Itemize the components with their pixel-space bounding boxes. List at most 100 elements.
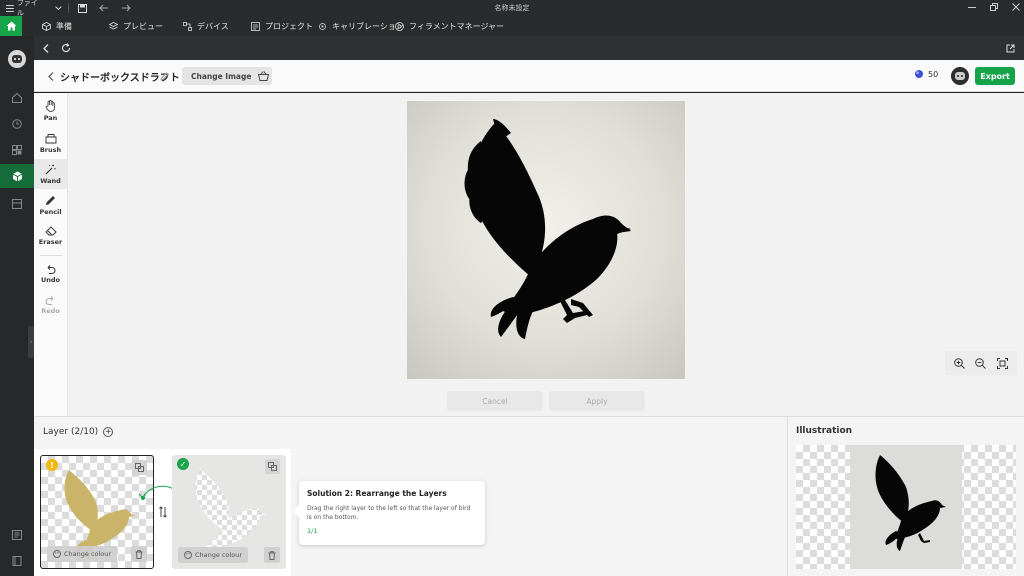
device-icon: [183, 21, 192, 31]
tool-pan[interactable]: Pan: [34, 96, 67, 126]
delete-layer-button[interactable]: [131, 546, 147, 562]
fit-screen-icon[interactable]: [996, 354, 1008, 373]
tooltip-step-counter: 1/1: [307, 527, 318, 535]
user-avatar[interactable]: [951, 67, 969, 85]
sidebar-item-guide[interactable]: [0, 549, 34, 573]
sidebar-item-history[interactable]: [0, 112, 34, 136]
illustration-title: Illustration: [796, 426, 853, 436]
tab-preview-label: プレビュー: [123, 21, 163, 31]
sidebar-item-models[interactable]: [0, 138, 34, 162]
minimize-icon[interactable]: [968, 3, 976, 13]
add-layer-icon[interactable]: +: [103, 427, 114, 437]
filament-icon: [395, 21, 404, 31]
tab-project-label: プロジェクト: [265, 21, 313, 31]
illustration-preview: [796, 445, 1016, 569]
avatar-icon: [8, 50, 26, 68]
redo-arrow-icon: [45, 296, 54, 305]
tab-project[interactable]: プロジェクト: [251, 16, 313, 36]
change-colour-button[interactable]: Change colour: [47, 546, 118, 562]
sidebar-item-settings[interactable]: [0, 523, 34, 547]
zoom-in-icon[interactable]: [954, 354, 966, 373]
layer-panel-title: Layer (2/10) +: [43, 427, 114, 437]
check-badge: ✓: [177, 458, 189, 470]
change-image-button[interactable]: Change Image: [182, 67, 261, 85]
brush-icon: [45, 133, 56, 143]
tab-calibration[interactable]: キャリブレーション: [318, 16, 404, 36]
layer-settings-button[interactable]: [265, 459, 280, 474]
layer-card-background[interactable]: ✓ Change colour: [172, 455, 286, 569]
tab-filament-manager[interactable]: フィラメントマネージャー: [395, 16, 504, 36]
chevron-down-icon: [55, 5, 62, 10]
basket-icon: [257, 71, 269, 81]
home-outline-icon: [12, 93, 22, 103]
cancel-button[interactable]: Cancel: [447, 391, 543, 411]
tooltip-body: Drag the right layer to the left so that…: [307, 505, 471, 521]
undo-icon[interactable]: [97, 1, 111, 15]
save-icon[interactable]: [75, 1, 89, 15]
eraser-icon: [44, 226, 57, 236]
tutorial-tooltip: Solution 2: Rearrange the Layers Drag th…: [293, 481, 485, 545]
tab-prepare[interactable]: 準備: [42, 16, 72, 36]
project-icon: [251, 21, 260, 31]
illustration-background: [850, 445, 962, 569]
tab-preview[interactable]: プレビュー: [109, 16, 163, 36]
pencil-icon: [159, 71, 169, 81]
credits-count: 50: [928, 69, 939, 79]
reload-icon: [61, 43, 71, 53]
sidebar-item-home[interactable]: [0, 86, 34, 110]
sidebar-avatar[interactable]: [0, 46, 34, 72]
layers-icon: [109, 21, 118, 29]
zoom-out-icon[interactable]: [975, 354, 987, 373]
home-icon: [6, 21, 16, 31]
source-image[interactable]: [407, 101, 685, 379]
tooltip-title: Solution 2: Rearrange the Layers: [307, 489, 447, 498]
layer-count-label: Layer (2/10): [43, 427, 99, 437]
tab-device[interactable]: デバイス: [183, 16, 229, 36]
layer-settings-button[interactable]: [132, 460, 147, 475]
cube-icon: [42, 21, 51, 31]
restore-icon[interactable]: [990, 3, 998, 13]
tool-redo[interactable]: Redo: [34, 290, 67, 320]
warning-badge: !: [46, 459, 58, 471]
window-title: 名称未設定: [494, 4, 530, 12]
wand-icon: [45, 164, 56, 174]
tool-pencil[interactable]: Pencil: [34, 190, 67, 220]
back-button[interactable]: [38, 40, 54, 56]
tool-brush-label: Brush: [39, 145, 62, 154]
tools-divider: [40, 255, 62, 256]
redo-icon[interactable]: [119, 1, 133, 15]
open-external-button[interactable]: [1002, 40, 1018, 56]
edit-title-button[interactable]: [158, 70, 170, 82]
reload-button[interactable]: [58, 40, 74, 56]
change-colour-label: Change colour: [64, 550, 112, 558]
close-icon[interactable]: [1012, 3, 1020, 13]
app-nav-bar: 準備 プレビュー デバイス プロジェクト キャリブレーション フィラメントマネー…: [0, 16, 1024, 36]
delete-layer-button[interactable]: [264, 547, 280, 563]
credits-display: 50: [914, 69, 938, 79]
editing-canvas[interactable]: Cancel Apply: [68, 93, 1024, 416]
sidebar-item-makerlab[interactable]: [0, 164, 34, 188]
layer-card-bird[interactable]: ! Change colour: [40, 455, 154, 569]
change-colour-button[interactable]: Change colour: [178, 547, 249, 563]
divider: [68, 3, 69, 13]
storage-icon: [12, 199, 22, 209]
basket-button[interactable]: [254, 67, 272, 85]
tool-palette: Pan Brush Wand Pencil Eraser Undo Redo: [34, 93, 68, 416]
export-button[interactable]: Export: [975, 67, 1015, 85]
pencil-tool-icon: [46, 195, 55, 205]
sidebar-item-storage[interactable]: [0, 192, 34, 216]
editor-back-button[interactable]: [44, 69, 58, 83]
tool-wand[interactable]: Wand: [34, 159, 67, 189]
home-button[interactable]: [0, 16, 22, 36]
tool-eraser[interactable]: Eraser: [34, 221, 67, 251]
left-sidebar: ›: [0, 36, 34, 576]
robot-avatar-icon: [955, 72, 965, 80]
tool-eraser-label: Eraser: [38, 238, 63, 246]
tool-undo[interactable]: Undo: [34, 259, 67, 289]
tab-prepare-label: 準備: [56, 21, 72, 31]
clock-icon: [12, 119, 22, 129]
tool-brush[interactable]: Brush: [34, 128, 67, 158]
apply-button[interactable]: Apply: [549, 391, 645, 411]
layer-panel: Layer (2/10) + ! Change colour ✓ Change …: [34, 416, 787, 576]
window-controls: [968, 0, 1020, 16]
